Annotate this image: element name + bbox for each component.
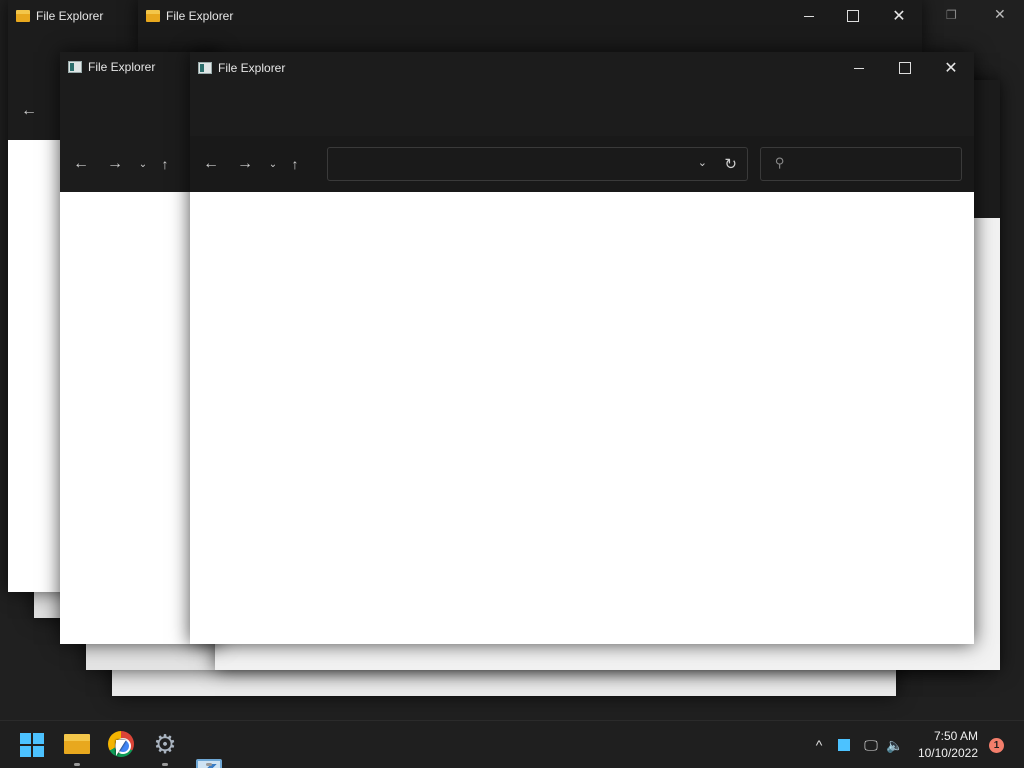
maximize-button[interactable] [882, 52, 928, 84]
blue-square-icon [838, 739, 850, 751]
window-title: File Explorer [88, 60, 156, 74]
volume-icon[interactable]: 🔈 [884, 721, 906, 768]
search-icon: ⚲ [775, 155, 785, 170]
up-arrow-icon[interactable]: ↑ [154, 149, 176, 179]
app-tray-icon[interactable] [834, 721, 854, 768]
clock-time: 7:50 AM [933, 729, 978, 743]
chevron-down-icon[interactable]: ⌄ [132, 149, 154, 179]
minimize-button[interactable] [786, 0, 832, 32]
network-icon[interactable]: 🖵 [860, 721, 882, 768]
file-explorer-icon [68, 61, 82, 73]
taskbar: ⚙ ^ 🖵 🔈 7:50 AM 10/10/2022 1 [0, 720, 1024, 768]
folder-icon [16, 10, 30, 22]
window-title: File Explorer [36, 9, 104, 23]
back-arrow-icon[interactable]: ← [12, 96, 46, 126]
minimize-button[interactable] [836, 52, 882, 84]
close-icon[interactable]: ✕ [994, 6, 1012, 24]
clock-date: 10/10/2022 [917, 746, 978, 760]
close-button[interactable]: ✕ [876, 0, 922, 32]
chevron-up-icon[interactable]: ^ [808, 721, 830, 768]
address-bar[interactable]: ⌄ ↻ [327, 147, 748, 181]
start-button[interactable] [20, 733, 44, 757]
back-arrow-icon[interactable]: ← [64, 149, 98, 179]
file-list-area[interactable] [190, 192, 974, 644]
folder-icon [146, 10, 160, 22]
titlebar[interactable]: File Explorer [8, 0, 138, 32]
back-arrow-icon[interactable]: ← [194, 149, 228, 179]
forward-arrow-icon[interactable]: → [228, 149, 262, 179]
refresh-icon[interactable]: ↻ [724, 155, 737, 173]
back-window-2[interactable]: File Explorer ✕ [138, 0, 922, 52]
up-arrow-icon[interactable]: ↑ [284, 149, 306, 179]
window-title: File Explorer [166, 9, 234, 23]
chevron-down-icon[interactable]: ⌄ [698, 156, 707, 169]
mouse-cursor [116, 740, 126, 756]
chevron-down-icon[interactable]: ⌄ [262, 149, 284, 179]
file-explorer-taskbar-icon[interactable] [64, 731, 90, 757]
settings-gear-icon[interactable]: ⚙ [152, 731, 178, 757]
search-input[interactable]: ⚲ [760, 147, 962, 181]
restore-icon[interactable]: ❐ [946, 8, 964, 24]
command-area [190, 84, 974, 136]
file-explorer-icon [198, 62, 212, 74]
close-button[interactable]: ✕ [928, 52, 974, 84]
window-title: File Explorer [218, 61, 286, 75]
forward-arrow-icon[interactable]: → [98, 149, 132, 179]
clock[interactable]: 7:50 AM 10/10/2022 [918, 728, 978, 762]
running-indicator [162, 763, 168, 766]
folder-icon [64, 734, 90, 754]
maximize-button[interactable] [830, 0, 876, 32]
running-indicator [206, 763, 212, 766]
running-indicator [74, 763, 80, 766]
notification-badge[interactable]: 1 [989, 738, 1004, 753]
front-window[interactable]: File Explorer ✕ ← → ⌄ ↑ ⌄ ↻ ⚲ [190, 52, 974, 644]
